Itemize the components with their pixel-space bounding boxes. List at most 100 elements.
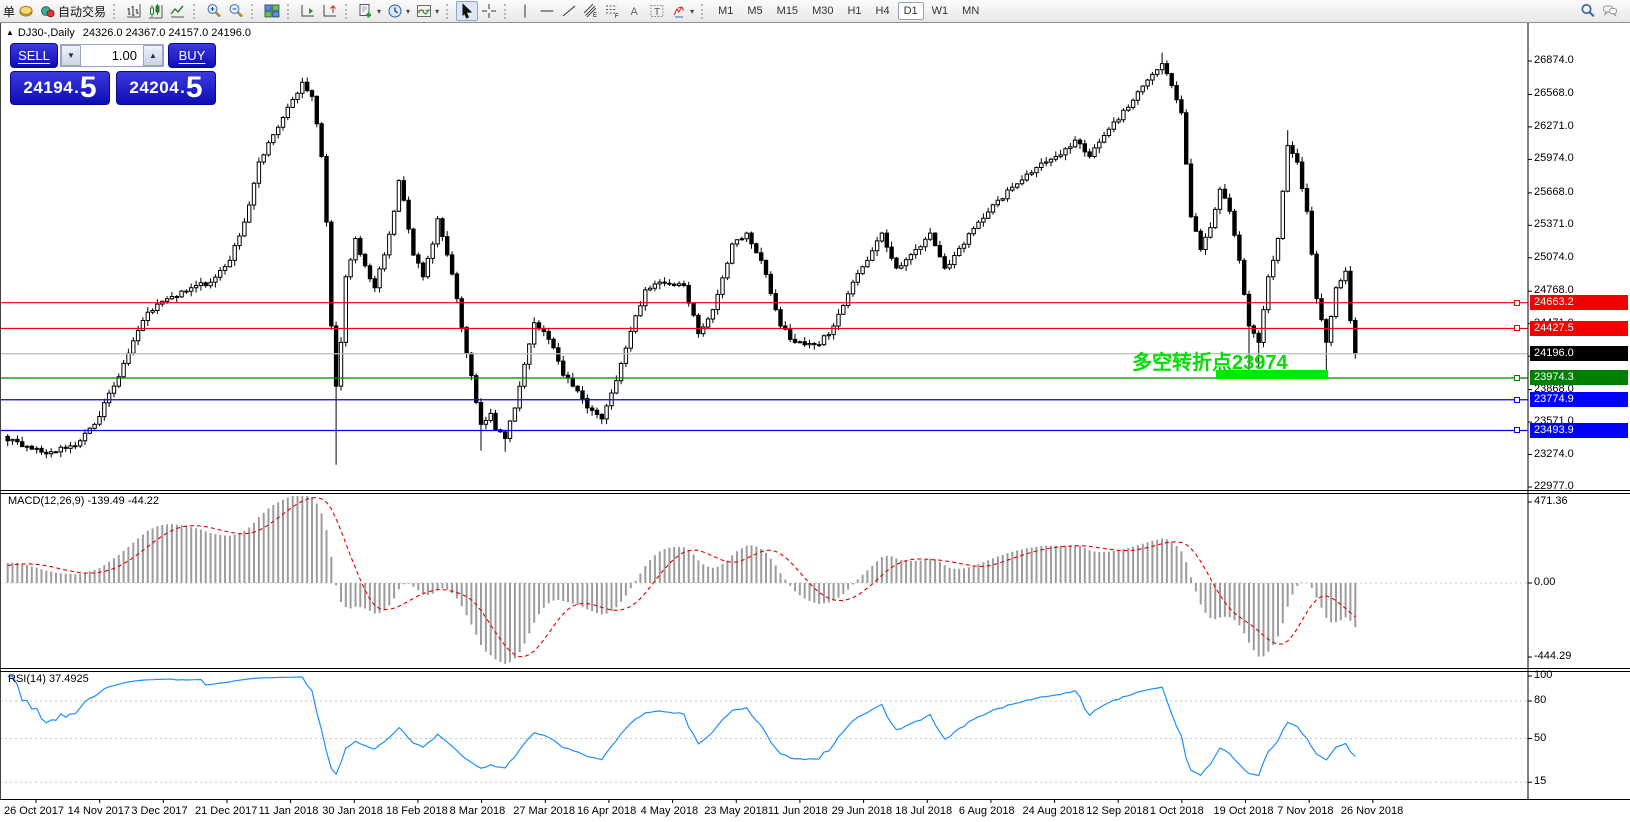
volume-decrease-button[interactable]: ▼: [61, 45, 81, 66]
order-label[interactable]: 单: [3, 3, 15, 20]
date-label: 19 Oct 2018: [1214, 805, 1274, 817]
bar-chart-icon[interactable]: [123, 1, 145, 21]
level-drag-handle[interactable]: [1514, 325, 1520, 331]
date-label: 7 Nov 2018: [1277, 805, 1333, 817]
date-label: 3 Dec 2017: [131, 805, 187, 817]
timeframe-button-D1[interactable]: D1: [898, 2, 924, 20]
toolbar-grip: [446, 4, 452, 19]
vertical-line-icon[interactable]: [514, 1, 536, 21]
text-label-icon[interactable]: T: [646, 1, 668, 21]
current-price-badge: 24196.0: [1530, 346, 1628, 361]
rsi-tick-label: 50: [1534, 732, 1546, 744]
indicators-icon[interactable]: ▾: [413, 1, 442, 21]
price-tick-label: 26874.0: [1534, 54, 1574, 66]
chart-shift-icon[interactable]: [319, 1, 341, 21]
date-label: 16 Apr 2018: [577, 805, 636, 817]
date-label: 30 Jan 2018: [322, 805, 383, 817]
buy-price-main: 24204: [129, 78, 179, 98]
trendline-icon[interactable]: [558, 1, 580, 21]
buy-price-big-digit: 5: [186, 73, 203, 103]
macd-current-values: -139.49 -44.22: [87, 495, 159, 507]
autotrading-button[interactable]: 自动交易: [37, 1, 109, 21]
timeframe-button-M30[interactable]: M30: [806, 2, 839, 20]
buy-price-button[interactable]: 24204 . 5: [116, 71, 216, 105]
crosshair-icon[interactable]: [478, 1, 500, 21]
top-toolbar: 单 自动交易 ▾ ▾ ▾: [0, 0, 1630, 23]
timeframe-button-H4[interactable]: H4: [870, 2, 896, 20]
chart-shift-end-icon[interactable]: [297, 1, 319, 21]
chat-icon[interactable]: [1599, 1, 1621, 21]
sell-price-button[interactable]: 24194 . 5: [10, 71, 110, 105]
sell-price-main: 24194: [23, 78, 73, 98]
svg-text:T: T: [654, 7, 660, 18]
timeframe-button-M15[interactable]: M15: [771, 2, 804, 20]
timeframe-button-H1[interactable]: H1: [841, 2, 867, 20]
autotrading-label: 自动交易: [58, 3, 106, 20]
date-label: 1 Oct 2018: [1150, 805, 1204, 817]
search-icon[interactable]: [1577, 1, 1599, 21]
macd-tick-label: -444.29: [1534, 650, 1571, 662]
new-order-icon[interactable]: ▾: [355, 1, 384, 21]
timeframe-button-M5[interactable]: M5: [741, 2, 768, 20]
one-click-trading-panel: SELL ▼ 1.00 ▲ BUY 24194 . 5 24204 . 5: [10, 43, 216, 105]
sell-price-dot: .: [74, 78, 79, 98]
zoom-in-icon[interactable]: [203, 1, 225, 21]
date-label: 23 May 2018: [704, 805, 768, 817]
svg-text:E: E: [593, 13, 597, 19]
chart-canvas[interactable]: [0, 23, 1630, 822]
level-drag-handle[interactable]: [1514, 375, 1520, 381]
rsi-tick-label: 15: [1534, 775, 1546, 787]
date-label: 26 Oct 2017: [4, 805, 64, 817]
coin-icon[interactable]: [15, 1, 37, 21]
tile-windows-icon[interactable]: [261, 1, 283, 21]
price-tick-label: 26568.0: [1534, 87, 1574, 99]
price-tick-label: 25371.0: [1534, 218, 1574, 230]
volume-increase-button[interactable]: ▲: [143, 45, 163, 66]
date-label: 8 Mar 2018: [450, 805, 506, 817]
chart-title: ▲ DJ30-,Daily 24326.0 24367.0 24157.0 2419…: [6, 27, 251, 39]
date-label: 24 Aug 2018: [1023, 805, 1085, 817]
svg-text:A: A: [631, 6, 639, 18]
volume-field[interactable]: 1.00: [81, 45, 143, 66]
collapse-arrow-icon[interactable]: ▲: [6, 28, 14, 37]
sell-button[interactable]: SELL: [10, 43, 58, 68]
buy-price-dot: .: [180, 78, 185, 98]
timeframe-button-W1[interactable]: W1: [926, 2, 955, 20]
equidistant-channel-icon[interactable]: E: [580, 1, 602, 21]
macd-tick-label: 471.36: [1534, 495, 1568, 507]
arrows-icon[interactable]: ▾: [668, 1, 697, 21]
dropdown-arrow-icon: ▾: [690, 7, 694, 16]
horizontal-line-icon[interactable]: [536, 1, 558, 21]
chart-window: ▲ DJ30-,Daily 24326.0 24367.0 24157.0 2419…: [0, 23, 1630, 822]
rsi-name: RSI(14) 37.4925: [8, 673, 89, 685]
period-clock-icon[interactable]: ▾: [384, 1, 413, 21]
sell-price-big-digit: 5: [80, 73, 97, 103]
chart-symbol-period: DJ30-,Daily: [18, 27, 75, 39]
dropdown-arrow-icon: ▾: [435, 7, 439, 16]
dropdown-arrow-icon: ▾: [406, 7, 410, 16]
level-drag-handle[interactable]: [1514, 427, 1520, 433]
price-tick-label: 25974.0: [1534, 152, 1574, 164]
candlestick-chart-icon[interactable]: [145, 1, 167, 21]
fibonacci-icon[interactable]: F: [602, 1, 624, 21]
level-drag-handle[interactable]: [1514, 300, 1520, 306]
price-tick-label: 25074.0: [1534, 251, 1574, 263]
rsi-label: RSI(14) 37.4925: [8, 673, 89, 685]
line-chart-icon[interactable]: [167, 1, 189, 21]
zoom-out-icon[interactable]: [225, 1, 247, 21]
level-drag-handle[interactable]: [1514, 397, 1520, 403]
dropdown-arrow-icon: ▾: [377, 7, 381, 16]
annotation-highlight-bar[interactable]: [1216, 370, 1328, 379]
price-tick-label: 26271.0: [1534, 120, 1574, 132]
price-tick-label: 23274.0: [1534, 448, 1574, 460]
timeframe-button-MN[interactable]: MN: [956, 2, 985, 20]
chart-ohlc-values: 24326.0 24367.0 24157.0 24196.0: [83, 27, 251, 39]
timeframe-button-M1[interactable]: M1: [712, 2, 739, 20]
text-icon[interactable]: A: [624, 1, 646, 21]
rsi-tick-label: 80: [1534, 694, 1546, 706]
buy-button[interactable]: BUY: [168, 43, 216, 68]
date-label: 11 Jan 2018: [259, 805, 319, 817]
cursor-icon[interactable]: [456, 1, 478, 21]
volume-spinner: ▼ 1.00 ▲: [60, 44, 164, 67]
date-label: 21 Dec 2017: [195, 805, 257, 817]
